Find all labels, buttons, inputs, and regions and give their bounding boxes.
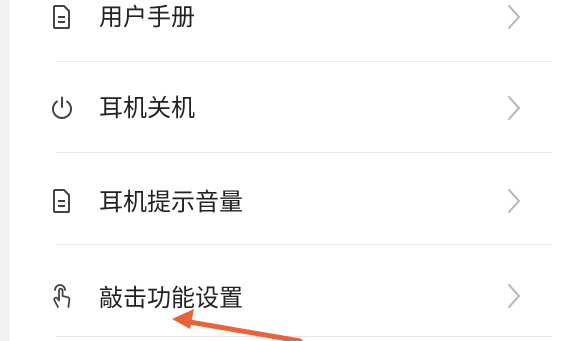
menu-item-user-manual[interactable]: 用户手册 <box>10 0 569 62</box>
chevron-right-icon <box>508 284 520 308</box>
chevron-right-icon <box>508 189 520 213</box>
menu-item-earphone-power-off[interactable]: 耳机关机 <box>10 62 569 152</box>
menu-item-label: 敲击功能设置 <box>99 284 243 312</box>
settings-panel: 用户手册 耳机关机 耳机提示音量 敲击功能设置 <box>10 0 569 341</box>
power-icon <box>48 94 76 122</box>
chevron-right-icon <box>508 5 520 29</box>
document-icon <box>48 3 76 31</box>
chevron-right-icon <box>508 96 520 120</box>
menu-item-tap-settings[interactable]: 敲击功能设置 <box>10 245 569 335</box>
menu-item-label: 用户手册 <box>99 3 195 31</box>
menu-item-label: 耳机关机 <box>99 94 195 122</box>
document-icon <box>48 187 76 215</box>
menu-item-label: 耳机提示音量 <box>99 188 243 216</box>
divider <box>56 336 552 337</box>
menu-item-prompt-volume[interactable]: 耳机提示音量 <box>10 153 569 243</box>
tap-hand-icon <box>48 282 76 310</box>
